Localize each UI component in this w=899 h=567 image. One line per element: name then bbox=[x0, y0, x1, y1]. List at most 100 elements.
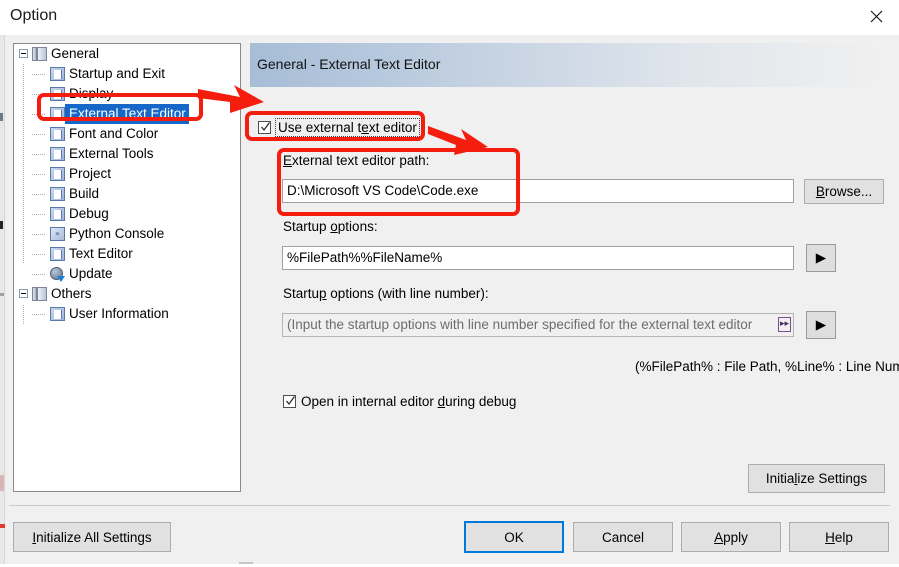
label-mnemonic: p bbox=[319, 286, 327, 301]
tree-connector-line bbox=[32, 94, 46, 95]
edge-artifact bbox=[0, 113, 3, 121]
folder-face bbox=[37, 47, 47, 61]
label-part: pply bbox=[723, 530, 748, 545]
tree-item-debug[interactable]: Debug bbox=[14, 204, 240, 224]
tree-item-text-editor[interactable]: Text Editor bbox=[14, 244, 240, 264]
apply-button[interactable]: Apply bbox=[681, 522, 781, 552]
play-icon: ▶ bbox=[816, 317, 826, 333]
label-mnemonic: H bbox=[825, 530, 835, 545]
tree-item-label: External Text Editor bbox=[65, 104, 189, 124]
update-globe-icon bbox=[50, 267, 65, 281]
tree-item-label: Python Console bbox=[65, 224, 167, 244]
tree-connector-line bbox=[32, 114, 46, 115]
folder-icon bbox=[32, 47, 47, 61]
content-banner: General - External Text Editor bbox=[250, 43, 885, 87]
python-console-icon: » bbox=[50, 227, 65, 241]
label-part: ize Settings bbox=[797, 471, 867, 486]
startup-options-label: Startup options: bbox=[283, 219, 378, 234]
tree-item-startup-and-exit[interactable]: Startup and Exit bbox=[14, 64, 240, 84]
external-editor-path-label: External text editor path: bbox=[283, 153, 429, 168]
tree-item-label: External Tools bbox=[65, 144, 157, 164]
tree-expander-collapse-icon[interactable] bbox=[19, 49, 28, 58]
initialize-all-settings-button[interactable]: Initialize All Settings bbox=[13, 522, 171, 552]
tree-item-others[interactable]: Others bbox=[14, 284, 240, 304]
tree-item-label: Debug bbox=[65, 204, 112, 224]
tree-expander-collapse-icon[interactable] bbox=[19, 289, 28, 298]
tree-item-display[interactable]: Display bbox=[14, 84, 240, 104]
help-button[interactable]: Help bbox=[789, 522, 889, 552]
label-mnemonic: e bbox=[361, 120, 369, 135]
tree-connector-line bbox=[32, 254, 46, 255]
tree-item-general[interactable]: General bbox=[14, 44, 240, 64]
tree-connector-line bbox=[32, 314, 46, 315]
label-part: Startup bbox=[283, 219, 330, 234]
tree-connector-line bbox=[32, 234, 46, 235]
tree-item-user-information[interactable]: User Information bbox=[14, 304, 240, 324]
external-editor-path-input[interactable]: D:\Microsoft VS Code\Code.exe bbox=[282, 179, 794, 203]
close-icon[interactable] bbox=[853, 0, 899, 32]
tree-item-project[interactable]: Project bbox=[14, 164, 240, 184]
initialize-settings-button[interactable]: Initialize Settings bbox=[748, 464, 885, 493]
label-mnemonic: A bbox=[714, 530, 723, 545]
tree-connector-line bbox=[32, 74, 46, 75]
browse-button[interactable]: Browse... bbox=[804, 179, 884, 204]
tree-item-python-console[interactable]: »Python Console bbox=[14, 224, 240, 244]
tree-item-label: Text Editor bbox=[65, 244, 136, 264]
label-mnemonic: E bbox=[283, 153, 292, 168]
footer-divider bbox=[9, 505, 890, 506]
tree-connector-line bbox=[32, 134, 46, 135]
option-dialog: Option GeneralStartup and ExitDisplayExt… bbox=[0, 0, 899, 567]
document-page-icon bbox=[50, 167, 65, 181]
folder-face bbox=[37, 287, 47, 301]
label-part: Use external t bbox=[278, 120, 361, 135]
label-part: nitialize All Settings bbox=[36, 530, 152, 545]
tree-rows: GeneralStartup and ExitDisplayExternal T… bbox=[14, 44, 240, 324]
tree-item-label: Build bbox=[65, 184, 102, 204]
window-titlebar: Option bbox=[0, 0, 899, 35]
document-page-icon bbox=[50, 67, 65, 81]
window-left-edge bbox=[0, 35, 5, 567]
use-external-editor-checkbox[interactable]: Use external text editor bbox=[258, 119, 419, 136]
settings-tree[interactable]: GeneralStartup and ExitDisplayExternal T… bbox=[13, 43, 241, 492]
tree-item-label: Others bbox=[47, 284, 95, 304]
startup-options-run-button[interactable]: ▶ bbox=[806, 244, 836, 272]
tree-connector-line bbox=[32, 274, 46, 275]
tree-item-external-tools[interactable]: External Tools bbox=[14, 144, 240, 164]
startup-options-input[interactable]: %FilePath%%FileName% bbox=[282, 246, 794, 270]
label-mnemonic: d bbox=[438, 394, 446, 409]
label-part: Cancel bbox=[602, 530, 644, 545]
label-part: xt editor bbox=[369, 120, 417, 135]
document-page-icon bbox=[50, 147, 65, 161]
ok-button[interactable]: OK bbox=[464, 521, 564, 553]
label-part: ptions: bbox=[338, 219, 378, 234]
document-page-icon bbox=[50, 207, 65, 221]
checkbox-box bbox=[283, 395, 296, 408]
label-part: Startu bbox=[283, 286, 319, 301]
document-page-icon bbox=[50, 187, 65, 201]
label-part: Open in internal editor bbox=[301, 394, 438, 409]
tree-item-label: Font and Color bbox=[65, 124, 161, 144]
tree-item-label: User Information bbox=[65, 304, 172, 324]
cancel-button[interactable]: Cancel bbox=[573, 522, 673, 552]
tree-connector-line bbox=[32, 194, 46, 195]
label-part: elp bbox=[835, 530, 853, 545]
tree-item-label: Display bbox=[65, 84, 116, 104]
label-mnemonic: B bbox=[816, 184, 825, 199]
label-part: xternal text editor path: bbox=[292, 153, 429, 168]
tree-item-build[interactable]: Build bbox=[14, 184, 240, 204]
close-glyph bbox=[870, 10, 883, 23]
tree-item-update[interactable]: Update bbox=[14, 264, 240, 284]
startup-options-line-input[interactable]: (Input the startup options with line num… bbox=[282, 313, 794, 337]
startup-options-line-run-button[interactable]: ▶ bbox=[806, 311, 836, 339]
use-external-editor-label: Use external text editor bbox=[276, 119, 419, 136]
open-internal-editor-label: Open in internal editor during debug bbox=[301, 394, 516, 409]
edge-artifact bbox=[0, 221, 3, 229]
document-page-icon bbox=[50, 127, 65, 141]
tree-item-label: Project bbox=[65, 164, 114, 184]
open-internal-editor-checkbox[interactable]: Open in internal editor during debug bbox=[283, 394, 516, 409]
startup-options-line-placeholder: (Input the startup options with line num… bbox=[287, 317, 752, 332]
tree-item-font-and-color[interactable]: Font and Color bbox=[14, 124, 240, 144]
edge-artifact bbox=[0, 293, 4, 296]
tree-item-external-text-editor[interactable]: External Text Editor bbox=[14, 104, 240, 124]
folder-icon bbox=[32, 287, 47, 301]
